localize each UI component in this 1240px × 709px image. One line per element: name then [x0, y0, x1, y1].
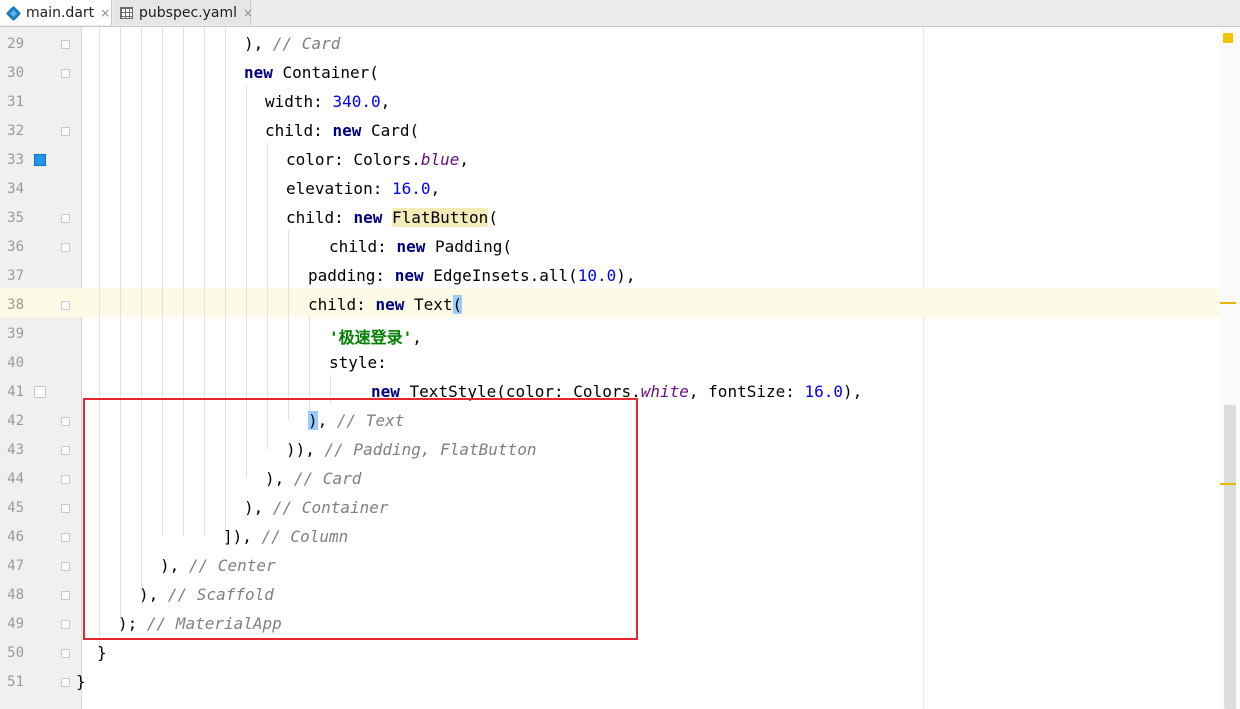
line-number: 35 — [7, 210, 24, 226]
code-line[interactable]: 33 color: Colors.blue, — [0, 146, 1220, 175]
code-text: child: new Text( — [308, 295, 463, 314]
line-number: 41 — [7, 384, 24, 400]
code-text: child: new FlatButton( — [286, 208, 498, 227]
fold-marker-icon[interactable] — [61, 40, 70, 49]
warning-stripe-marker[interactable] — [1220, 483, 1236, 485]
fold-marker-icon[interactable] — [61, 533, 70, 542]
scrollbar-thumb[interactable] — [1224, 405, 1236, 709]
dart-file-icon — [5, 5, 22, 21]
yaml-file-icon — [119, 5, 135, 21]
warning-stripe-marker[interactable] — [1220, 302, 1236, 304]
code-text: child: new Padding( — [329, 237, 513, 256]
fold-marker-icon[interactable] — [61, 562, 70, 571]
fold-marker-icon[interactable] — [61, 591, 70, 600]
code-line[interactable]: 36 child: new Padding( — [0, 233, 1220, 262]
code-text: color: Colors.blue, — [286, 150, 470, 169]
line-number: 49 — [7, 616, 24, 632]
tab-label: pubspec.yaml — [139, 4, 237, 21]
matched-identifier: FlatButton — [391, 208, 489, 227]
code-line[interactable]: 37 padding: new EdgeInsets.all(10.0), — [0, 262, 1220, 291]
fold-marker-icon[interactable] — [61, 127, 70, 136]
line-number: 36 — [7, 239, 24, 255]
fold-marker-icon[interactable] — [61, 504, 70, 513]
tab-pubspec-yaml[interactable]: pubspec.yaml × — [113, 0, 253, 25]
line-number: 44 — [7, 471, 24, 487]
line-number: 40 — [7, 355, 24, 371]
line-number: 32 — [7, 123, 24, 139]
fold-marker-icon[interactable] — [61, 678, 70, 687]
fold-marker-icon[interactable] — [61, 301, 70, 310]
code-line-current[interactable]: 38 child: new Text( — [0, 291, 1220, 320]
line-number: 31 — [7, 94, 24, 110]
code-text: padding: new EdgeInsets.all(10.0), — [308, 266, 636, 285]
line-number: 51 — [7, 674, 24, 690]
code-text: child: new Card( — [265, 121, 420, 140]
code-line[interactable]: 30 new Container( — [0, 59, 1220, 88]
code-text: } — [97, 643, 107, 662]
fold-marker-icon[interactable] — [61, 417, 70, 426]
close-icon[interactable]: × — [100, 6, 110, 20]
line-number: 46 — [7, 529, 24, 545]
code-editor[interactable]: 29 ), // Card 30 new Container( 31 width… — [0, 27, 1240, 709]
code-text: ), // Card — [244, 34, 341, 53]
line-number: 34 — [7, 181, 24, 197]
code-line[interactable]: 51 } — [0, 668, 1220, 697]
code-line[interactable]: 40 style: — [0, 349, 1220, 378]
code-text: width: 340.0, — [265, 92, 391, 111]
code-line[interactable]: 29 ), // Card — [0, 30, 1220, 59]
tab-main-dart[interactable]: main.dart × — [0, 0, 112, 25]
line-number: 50 — [7, 645, 24, 661]
editor-tab-bar: main.dart × pubspec.yaml × — [0, 0, 1240, 27]
matched-brace: ( — [452, 295, 463, 314]
code-line[interactable]: 35 child: new FlatButton( — [0, 204, 1220, 233]
line-number: 45 — [7, 500, 24, 516]
line-number: 48 — [7, 587, 24, 603]
fold-marker-icon[interactable] — [61, 214, 70, 223]
code-text: } — [76, 672, 86, 691]
code-line[interactable]: 50 } — [0, 639, 1220, 668]
fold-marker-icon[interactable] — [61, 446, 70, 455]
code-line[interactable]: 39 '极速登录', — [0, 320, 1220, 349]
line-number: 29 — [7, 36, 24, 52]
code-line[interactable]: 31 width: 340.0, — [0, 88, 1220, 117]
code-text: '极速登录', — [329, 328, 422, 347]
code-text: elevation: 16.0, — [286, 179, 441, 198]
line-number: 33 — [7, 152, 24, 168]
fold-marker-icon[interactable] — [61, 620, 70, 629]
analysis-status-icon[interactable] — [1223, 33, 1233, 43]
fold-marker-icon[interactable] — [61, 69, 70, 78]
code-text: new Container( — [244, 63, 379, 82]
tab-label: main.dart — [26, 4, 95, 21]
line-number: 47 — [7, 558, 24, 574]
line-number: 38 — [7, 297, 24, 313]
line-number: 30 — [7, 65, 24, 81]
line-number: 37 — [7, 268, 24, 284]
code-line[interactable]: 32 child: new Card( — [0, 117, 1220, 146]
line-number: 42 — [7, 413, 24, 429]
line-number: 43 — [7, 442, 24, 458]
code-text: style: — [329, 353, 387, 372]
fold-marker-icon[interactable] — [61, 475, 70, 484]
fold-marker-icon[interactable] — [61, 243, 70, 252]
highlight-annotation-box — [83, 398, 638, 640]
fold-marker-icon[interactable] — [61, 649, 70, 658]
code-line[interactable]: 34 elevation: 16.0, — [0, 175, 1220, 204]
line-number: 39 — [7, 326, 24, 342]
close-icon[interactable]: × — [243, 6, 253, 20]
